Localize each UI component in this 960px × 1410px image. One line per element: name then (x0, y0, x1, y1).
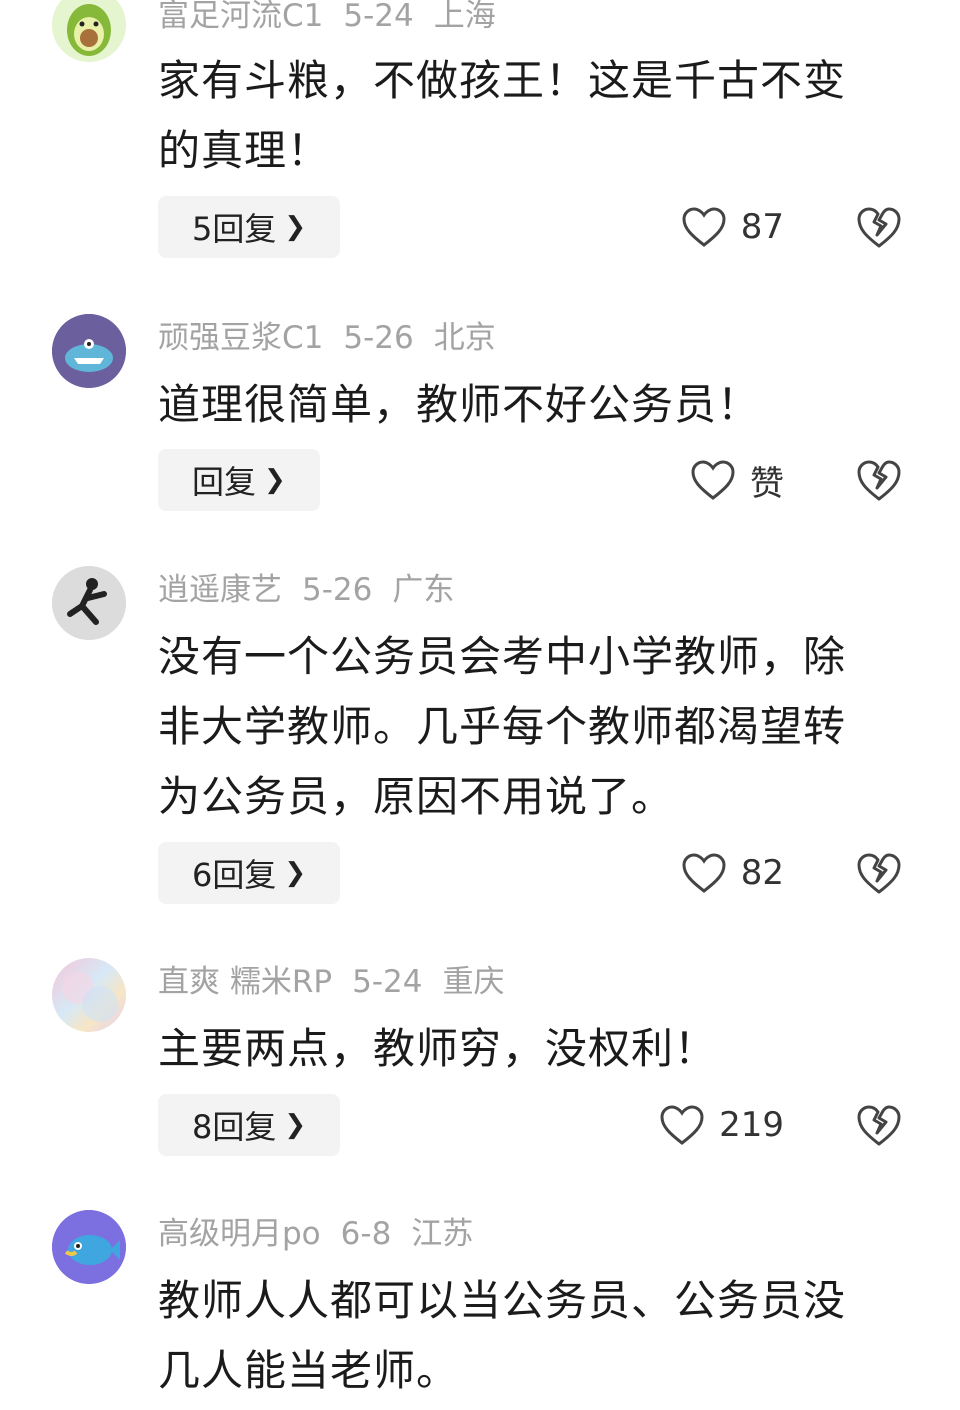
fish-avatar-icon (52, 1210, 126, 1284)
comment-date: 5-26 (343, 320, 414, 356)
comment-location: 上海 (433, 0, 496, 34)
like-button[interactable]: 82 (681, 842, 784, 904)
chevron-right-icon: ❯ (284, 212, 307, 242)
monster-avatar-icon (52, 314, 126, 388)
comment-location: 广东 (392, 572, 455, 608)
comment-meta: 高级明月po 6-8 江苏 (158, 1214, 493, 1254)
username[interactable]: 顽强豆浆C1 (158, 320, 323, 356)
heart-outline-icon (691, 460, 735, 500)
chevron-right-icon: ❯ (284, 1110, 307, 1140)
view-replies-button[interactable]: 5回复 ❯ (158, 196, 341, 258)
like-button[interactable]: 219 (659, 1094, 784, 1156)
comment-text: 道理很简单，教师不好公务员！ (158, 380, 761, 429)
avatar[interactable] (52, 1210, 126, 1284)
username[interactable]: 直爽 糯米RP (158, 964, 332, 1000)
like-count: 82 (740, 853, 784, 893)
gradient-avatar-icon (62, 972, 118, 1022)
reply-label: 5回复 (192, 210, 277, 248)
reply-label: 8回复 (192, 1108, 277, 1146)
avatar[interactable] (52, 566, 126, 640)
comment-meta: 富足河流C1 5-24 上海 (158, 0, 516, 36)
like-count: 87 (740, 207, 784, 247)
comment-meta: 逍遥康艺 5-26 广东 (158, 570, 474, 610)
comment-meta: 直爽 糯米RP 5-24 重庆 (158, 962, 524, 1002)
like-count: 赞 (750, 463, 784, 504)
comment-text: 教师人人都可以当公务员、公务员没几人能当老师。 (158, 1276, 847, 1395)
chevron-right-icon: ❯ (264, 465, 286, 495)
username[interactable]: 逍遥康艺 (158, 572, 282, 608)
heart-outline-icon (682, 207, 726, 247)
broken-heart-icon[interactable] (856, 851, 902, 895)
broken-heart-icon[interactable] (856, 205, 902, 249)
broken-heart-icon[interactable] (856, 458, 902, 502)
view-replies-button[interactable]: 8回复 ❯ (158, 1094, 341, 1156)
chevron-right-icon: ❯ (284, 858, 307, 888)
avatar[interactable] (52, 314, 126, 388)
heart-outline-icon (682, 853, 726, 893)
like-button[interactable]: 赞 (690, 449, 784, 511)
comment-location: 重庆 (442, 964, 505, 1000)
comment-meta: 顽强豆浆C1 5-26 北京 (158, 318, 516, 358)
like-button[interactable]: 87 (681, 196, 784, 258)
comment-text: 主要两点，教师穷，没权利！ (158, 1024, 718, 1073)
comment-date: 6-8 (340, 1216, 392, 1252)
comment-text: 家有斗粮，不做孩王！这是千古不变的真理！ (158, 56, 847, 175)
reply-label: 回复 (192, 463, 257, 501)
comment-date: 5-26 (302, 572, 373, 608)
comment-date: 5-24 (343, 0, 414, 34)
like-count: 219 (719, 1105, 784, 1145)
kungfu-avatar-icon (52, 566, 126, 640)
view-replies-button[interactable]: 回复 ❯ (158, 449, 320, 511)
view-replies-button[interactable]: 6回复 ❯ (158, 842, 341, 904)
avocado-avatar-icon (52, 0, 126, 62)
comment-location: 江苏 (411, 1216, 474, 1252)
comment-date: 5-24 (352, 964, 423, 1000)
avatar[interactable] (52, 958, 126, 1032)
comment-location: 北京 (433, 320, 496, 356)
heart-outline-icon (660, 1105, 704, 1145)
reply-label: 6回复 (192, 856, 277, 894)
avatar[interactable] (52, 0, 126, 62)
broken-heart-icon[interactable] (856, 1103, 902, 1147)
comment-text: 没有一个公务员会考中小学教师，除非大学教师。几乎每个教师都渴望转为公务员，原因不… (158, 632, 847, 821)
username[interactable]: 高级明月po (158, 1216, 321, 1252)
username[interactable]: 富足河流C1 (158, 0, 323, 34)
